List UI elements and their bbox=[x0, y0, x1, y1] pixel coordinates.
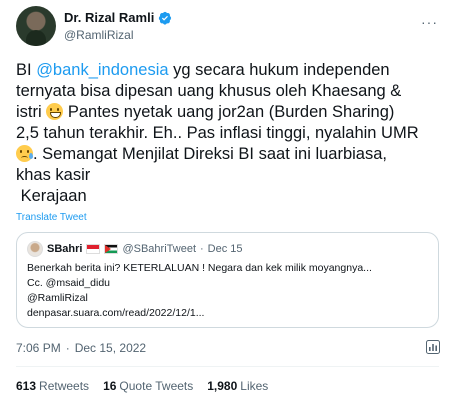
translate-tweet-link[interactable]: Translate Tweet bbox=[16, 212, 87, 223]
tweet-header: Dr. Rizal Ramli @RamliRizal ··· bbox=[16, 6, 446, 48]
retweets-stat[interactable]: 613 Retweets bbox=[16, 379, 89, 393]
palestine-flag-icon bbox=[104, 244, 119, 254]
retweets-count: 613 bbox=[16, 379, 37, 393]
likes-stat[interactable]: 1,980 Likes bbox=[207, 379, 268, 393]
quoted-separator: · bbox=[200, 243, 204, 255]
retweets-label: Retweets bbox=[39, 379, 90, 393]
quoted-author-name: SBahri bbox=[47, 243, 83, 255]
tweet-text: BI @bank_indonesia yg secara hukum indep… bbox=[16, 60, 436, 207]
verified-badge-icon bbox=[159, 11, 172, 25]
quoted-author-handle: @SBahriTweet bbox=[122, 243, 196, 255]
tweet-time: 7:06 PM bbox=[16, 341, 61, 355]
author-info: Dr. Rizal Ramli @RamliRizal bbox=[64, 10, 172, 42]
tweet-text-part1: BI bbox=[16, 61, 37, 79]
quoted-date: Dec 15 bbox=[207, 243, 243, 255]
quote-tweets-label: Quote Tweets bbox=[119, 379, 194, 393]
indonesia-flag-icon bbox=[86, 244, 101, 254]
quoted-author-avatar bbox=[27, 241, 43, 257]
more-options-icon[interactable]: ··· bbox=[421, 14, 438, 30]
likes-count: 1,980 bbox=[207, 379, 238, 393]
author-name[interactable]: Dr. Rizal Ramli bbox=[64, 10, 154, 25]
tweet-stats: 613 Retweets 16 Quote Tweets 1,980 Likes bbox=[16, 379, 268, 393]
likes-label: Likes bbox=[240, 379, 269, 393]
author-handle[interactable]: @RamliRizal bbox=[64, 28, 172, 42]
face-holding-back-tears-icon bbox=[16, 145, 33, 162]
grinning-face-with-sweat-icon bbox=[46, 103, 64, 120]
quoted-tweet-header: SBahri @SBahriTweet · Dec 15 bbox=[27, 241, 243, 257]
timestamp-separator: · bbox=[65, 341, 70, 355]
author-avatar[interactable] bbox=[16, 6, 56, 46]
analytics-icon[interactable] bbox=[426, 340, 440, 354]
tweet-text-part3: Pantes nyetak uang jor2an (Burden Sharin… bbox=[16, 103, 419, 142]
tweet-text-part4: . Semangat Menjilat Direksi BI saat ini … bbox=[16, 145, 387, 205]
quoted-tweet[interactable]: SBahri @SBahriTweet · Dec 15 Benerkah be… bbox=[16, 232, 439, 328]
mention-link[interactable]: @bank_indonesia bbox=[36, 61, 168, 79]
tweet-date: Dec 15, 2022 bbox=[74, 341, 147, 355]
quoted-tweet-text: Benerkah berita ini? KETERLALUAN ! Negar… bbox=[27, 262, 372, 319]
quote-tweets-count: 16 bbox=[103, 379, 117, 393]
quote-tweets-stat[interactable]: 16 Quote Tweets bbox=[103, 379, 193, 393]
tweet-timestamp[interactable]: 7:06 PM · Dec 15, 2022 bbox=[16, 341, 146, 355]
divider bbox=[16, 366, 439, 367]
